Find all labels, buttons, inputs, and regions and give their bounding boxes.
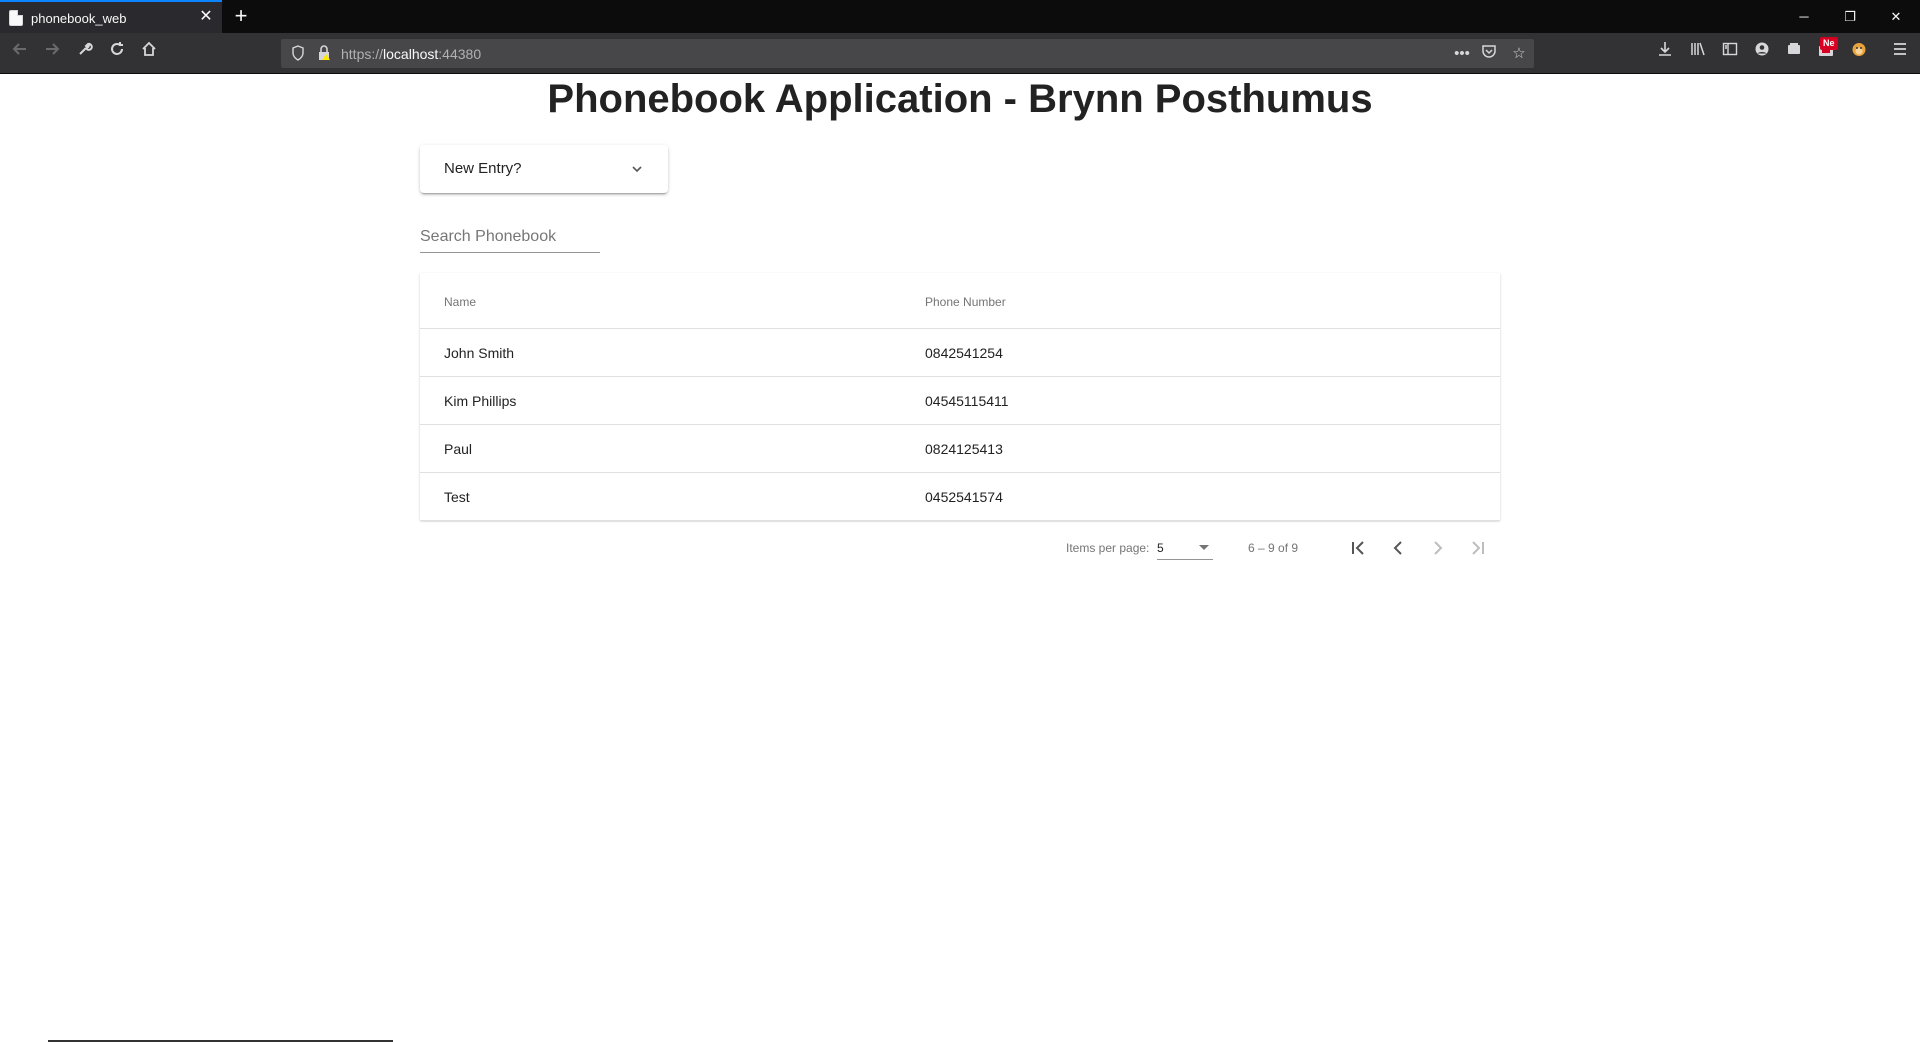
items-per-page-value: 5 <box>1157 541 1164 555</box>
more-actions-icon[interactable]: ••• <box>1451 43 1473 65</box>
wrench-icon[interactable] <box>72 40 98 66</box>
chevron-right-icon <box>1434 541 1443 555</box>
tab-bar: phonebook_web ✕ + ─ ❐ ✕ <box>0 0 1920 33</box>
hamburger-menu-icon[interactable] <box>1887 40 1913 66</box>
cell-phone: 04545115411 <box>925 393 1009 409</box>
restore-icon[interactable]: ❐ <box>1827 0 1873 33</box>
search-field[interactable] <box>420 223 600 253</box>
phonebook-table: Name Phone Number John Smith 0842541254 … <box>420 273 1500 521</box>
browser-tab[interactable]: phonebook_web ✕ <box>0 0 222 33</box>
address-bar[interactable]: https://localhost:44380 ••• ☆ <box>281 39 1534 68</box>
page-title: Phonebook Application - Brynn Posthumus <box>547 77 1373 121</box>
account-icon[interactable] <box>1749 40 1775 66</box>
cell-phone: 0842541254 <box>925 345 1003 361</box>
column-header-name[interactable]: Name <box>444 295 476 309</box>
chevron-left-icon <box>1393 541 1402 555</box>
dropdown-arrow-icon <box>1199 545 1209 550</box>
home-icon[interactable] <box>136 40 162 66</box>
monkey-extension-icon[interactable] <box>1846 40 1872 66</box>
table-row[interactable]: Paul 0824125413 <box>420 425 1500 473</box>
new-entry-label: New Entry? <box>444 160 522 177</box>
downloads-icon[interactable] <box>1652 40 1678 66</box>
page-range-label: 6 – 9 of 9 <box>1248 541 1299 555</box>
tab-title: phonebook_web <box>31 11 127 26</box>
first-page-button[interactable] <box>1342 532 1374 564</box>
back-icon[interactable] <box>7 40 33 66</box>
search-input[interactable] <box>420 223 600 251</box>
cell-name: Paul <box>444 441 473 457</box>
container-icon[interactable] <box>1781 40 1807 66</box>
last-page-button[interactable] <box>1462 532 1494 564</box>
page-icon <box>9 10 23 26</box>
cell-name: Test <box>444 489 470 505</box>
previous-page-button[interactable] <box>1382 532 1414 564</box>
chevron-down-icon <box>632 166 642 173</box>
cell-name: John Smith <box>444 345 515 361</box>
page-content: Phonebook Application - Brynn Posthumus … <box>0 75 1920 1042</box>
notification-badge: Ne <box>1820 37 1838 50</box>
lock-warning-icon[interactable] <box>317 45 331 61</box>
table-row[interactable]: John Smith 0842541254 <box>420 329 1500 377</box>
table-header: Name Phone Number <box>420 273 1500 329</box>
table-row[interactable]: Kim Phillips 04545115411 <box>420 377 1500 425</box>
new-entry-expansion-panel[interactable]: New Entry? <box>420 145 668 193</box>
reload-icon[interactable] <box>104 40 130 66</box>
cell-phone: 0452541574 <box>925 489 1003 505</box>
sidebar-icon[interactable] <box>1717 40 1743 66</box>
bookmark-star-icon[interactable]: ☆ <box>1508 43 1530 65</box>
url-text[interactable]: https://localhost:44380 <box>341 46 481 62</box>
navigation-toolbar: https://localhost:44380 ••• ☆ Ne <box>0 33 1920 74</box>
items-per-page-select[interactable]: 5 <box>1157 536 1213 560</box>
next-page-button[interactable] <box>1422 532 1454 564</box>
close-window-icon[interactable]: ✕ <box>1873 0 1919 33</box>
new-tab-icon[interactable]: + <box>230 5 252 27</box>
table-row[interactable]: Test 0452541574 <box>420 473 1500 521</box>
library-icon[interactable] <box>1685 40 1711 66</box>
pocket-icon[interactable] <box>1478 43 1500 65</box>
first-page-icon <box>1352 541 1364 555</box>
last-page-icon <box>1472 541 1484 555</box>
forward-icon[interactable] <box>39 40 65 66</box>
cell-name: Kim Phillips <box>444 393 517 409</box>
close-tab-icon[interactable]: ✕ <box>198 9 214 25</box>
minimize-icon[interactable]: ─ <box>1781 0 1827 33</box>
items-per-page-label: Items per page: <box>1066 541 1150 555</box>
cell-phone: 0824125413 <box>925 441 1003 457</box>
paginator: Items per page: 5 6 – 9 of 9 <box>420 520 1500 576</box>
tracking-shield-icon[interactable] <box>291 45 305 61</box>
column-header-phone[interactable]: Phone Number <box>925 295 1006 309</box>
